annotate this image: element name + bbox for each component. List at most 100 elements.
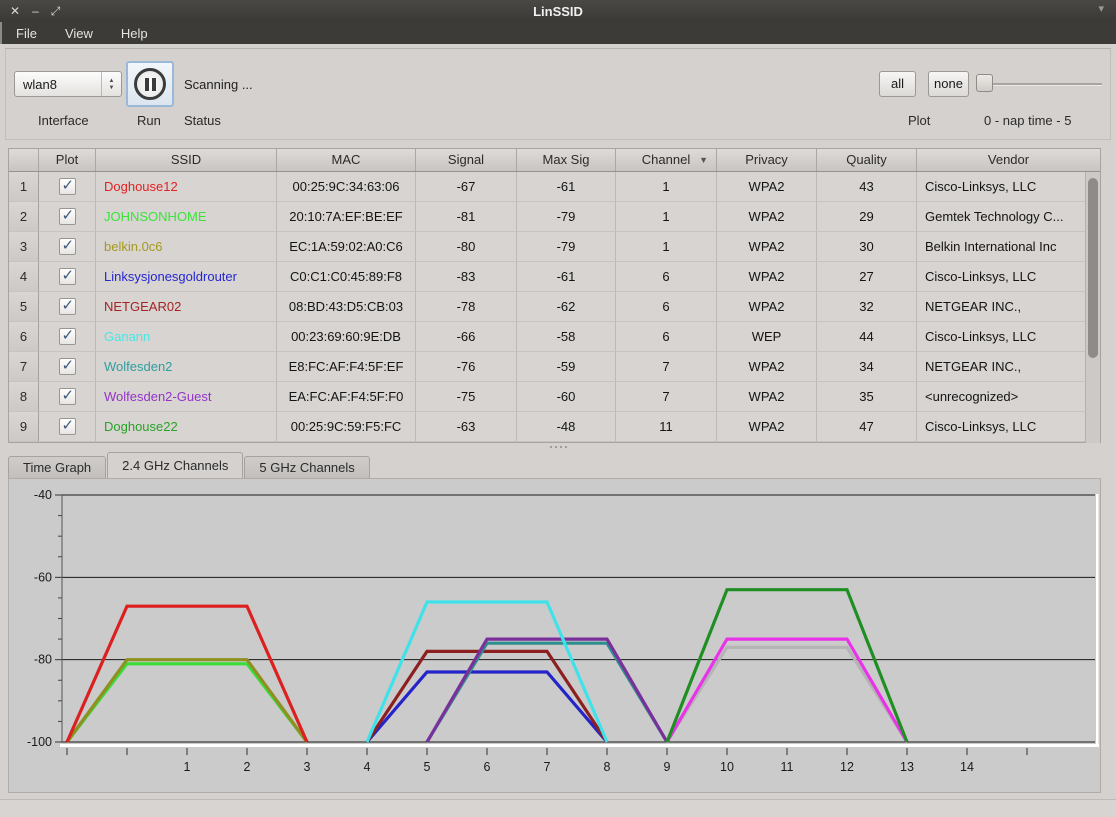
series-johnsonhome	[67, 664, 307, 742]
plot-checkbox[interactable]: ✓	[59, 298, 76, 315]
ssid-cell: Doghouse22	[96, 412, 277, 442]
plot-cell: ✓	[39, 412, 96, 442]
series-wolfesden2	[427, 643, 667, 742]
mac-cell: EA:FC:AF:F4:5F:F0	[277, 382, 416, 412]
signal-cell: -83	[416, 262, 517, 292]
naptime-slider-track[interactable]	[976, 83, 1102, 86]
channel-cell: 7	[616, 382, 717, 412]
plot-all-button[interactable]: all	[879, 71, 916, 97]
table-row[interactable]: 4✓LinksysjonesgoldrouterC0:C1:C0:45:89:F…	[9, 262, 1100, 292]
channel-chart: -40-60-80-1001234567891011121314	[9, 479, 1100, 792]
ssid-cell: Linksysjonesgoldrouter	[96, 262, 277, 292]
tab-2-4-ghz-channels[interactable]: 2.4 GHz Channels	[107, 452, 243, 478]
table-row[interactable]: 6✓Ganann00:23:69:60:9E:DB-66-586WEP44Cis…	[9, 322, 1100, 352]
mac-cell: 00:25:9C:59:F5:FC	[277, 412, 416, 442]
column-header-privacy[interactable]: Privacy	[717, 149, 817, 171]
channel-cell: 6	[616, 262, 717, 292]
chevron-down-icon[interactable]: ▾	[1098, 2, 1104, 15]
interface-select[interactable]: wlan8 ▲ ▼	[14, 71, 122, 97]
plot-checkbox[interactable]: ✓	[59, 268, 76, 285]
menu-item-view[interactable]: View	[51, 24, 107, 43]
plot-checkbox[interactable]: ✓	[59, 238, 76, 255]
table-row[interactable]: 2✓JOHNSONHOME20:10:7A:EF:BE:EF-81-791WPA…	[9, 202, 1100, 232]
row-number: 4	[9, 262, 39, 292]
naptime-slider-handle[interactable]	[976, 74, 993, 92]
quality-cell: 29	[817, 202, 917, 232]
plot-checkbox[interactable]: ✓	[59, 358, 76, 375]
quality-cell: 30	[817, 232, 917, 262]
max-sig-cell: -62	[517, 292, 616, 322]
plot-cell: ✓	[39, 352, 96, 382]
table-row[interactable]: 5✓NETGEAR0208:BD:43:D5:CB:03-78-626WPA23…	[9, 292, 1100, 322]
table-row[interactable]: 3✓belkin.0c6EC:1A:59:02:A0:C6-80-791WPA2…	[9, 232, 1100, 262]
svg-text:8: 8	[604, 760, 611, 774]
vendor-cell: Cisco-Linksys, LLC	[917, 172, 1100, 202]
privacy-cell: WPA2	[717, 382, 817, 412]
tab-time-graph[interactable]: Time Graph	[8, 456, 106, 478]
ssid-cell: Wolfesden2	[96, 352, 277, 382]
column-header-max-sig[interactable]: Max Sig	[517, 149, 616, 171]
check-icon: ✓	[62, 236, 75, 254]
plot-cell: ✓	[39, 202, 96, 232]
max-sig-cell: -59	[517, 352, 616, 382]
row-number: 5	[9, 292, 39, 322]
privacy-cell: WPA2	[717, 412, 817, 442]
series-doghouse22	[667, 590, 907, 742]
ssid-cell: Ganann	[96, 322, 277, 352]
privacy-cell: WPA2	[717, 232, 817, 262]
column-header-ssid[interactable]: SSID	[96, 149, 277, 171]
interface-spinner[interactable]: ▲ ▼	[101, 72, 121, 96]
table-row[interactable]: 9✓Doghouse2200:25:9C:59:F5:FC-63-4811WPA…	[9, 412, 1100, 442]
column-header-signal[interactable]: Signal	[416, 149, 517, 171]
tab-5-ghz-channels[interactable]: 5 GHz Channels	[244, 456, 369, 478]
scrollbar-thumb[interactable]	[1088, 178, 1098, 358]
column-header-plot[interactable]: Plot	[39, 149, 96, 171]
mac-cell: 20:10:7A:EF:BE:EF	[277, 202, 416, 232]
plot-label: Plot	[908, 113, 930, 128]
svg-text:13: 13	[900, 760, 914, 774]
ssid-cell: NETGEAR02	[96, 292, 277, 322]
column-header-quality[interactable]: Quality	[817, 149, 917, 171]
plot-checkbox[interactable]: ✓	[59, 178, 76, 195]
quality-cell: 44	[817, 322, 917, 352]
table-row[interactable]: 8✓Wolfesden2-GuestEA:FC:AF:F4:5F:F0-75-6…	[9, 382, 1100, 412]
column-header-channel[interactable]: Channel▼	[616, 149, 717, 171]
mac-cell: 00:23:69:60:9E:DB	[277, 322, 416, 352]
splitter-handle[interactable]	[543, 444, 573, 450]
menu-item-help[interactable]: Help	[107, 24, 162, 43]
svg-text:7: 7	[544, 760, 551, 774]
series-netgear02	[367, 651, 607, 742]
table-row[interactable]: 7✓Wolfesden2E8:FC:AF:F4:5F:EF-76-597WPA2…	[9, 352, 1100, 382]
svg-text:9: 9	[664, 760, 671, 774]
plot-none-button[interactable]: none	[928, 71, 969, 97]
naptime-label: 0 - nap time - 5	[984, 113, 1071, 128]
menu-item-file[interactable]: File	[2, 24, 51, 43]
column-header-vendor[interactable]: Vendor	[917, 149, 1100, 171]
plot-checkbox[interactable]: ✓	[59, 208, 76, 225]
svg-text:5: 5	[424, 760, 431, 774]
quality-cell: 34	[817, 352, 917, 382]
header-corner	[9, 149, 39, 171]
series-unlisted-ap-gray	[667, 647, 907, 742]
table-row[interactable]: 1✓Doghouse1200:25:9C:34:63:06-67-611WPA2…	[9, 172, 1100, 202]
column-header-mac[interactable]: MAC	[277, 149, 416, 171]
channel-cell: 6	[616, 322, 717, 352]
ap-table: PlotSSIDMACSignalMax SigChannel▼PrivacyQ…	[8, 148, 1101, 443]
privacy-cell: WEP	[717, 322, 817, 352]
run-button[interactable]	[126, 61, 174, 107]
privacy-cell: WPA2	[717, 292, 817, 322]
plot-checkbox[interactable]: ✓	[59, 328, 76, 345]
channel-cell: 1	[616, 172, 717, 202]
plot-cell: ✓	[39, 382, 96, 412]
svg-text:3: 3	[304, 760, 311, 774]
svg-text:11: 11	[781, 760, 794, 774]
signal-cell: -81	[416, 202, 517, 232]
table-vertical-scrollbar[interactable]	[1085, 172, 1100, 443]
svg-text:1: 1	[184, 760, 191, 774]
row-number: 6	[9, 322, 39, 352]
svg-text:-80: -80	[34, 653, 52, 667]
plot-checkbox[interactable]: ✓	[59, 388, 76, 405]
plot-checkbox[interactable]: ✓	[59, 418, 76, 435]
vendor-cell: NETGEAR INC.,	[917, 352, 1100, 382]
max-sig-cell: -48	[517, 412, 616, 442]
